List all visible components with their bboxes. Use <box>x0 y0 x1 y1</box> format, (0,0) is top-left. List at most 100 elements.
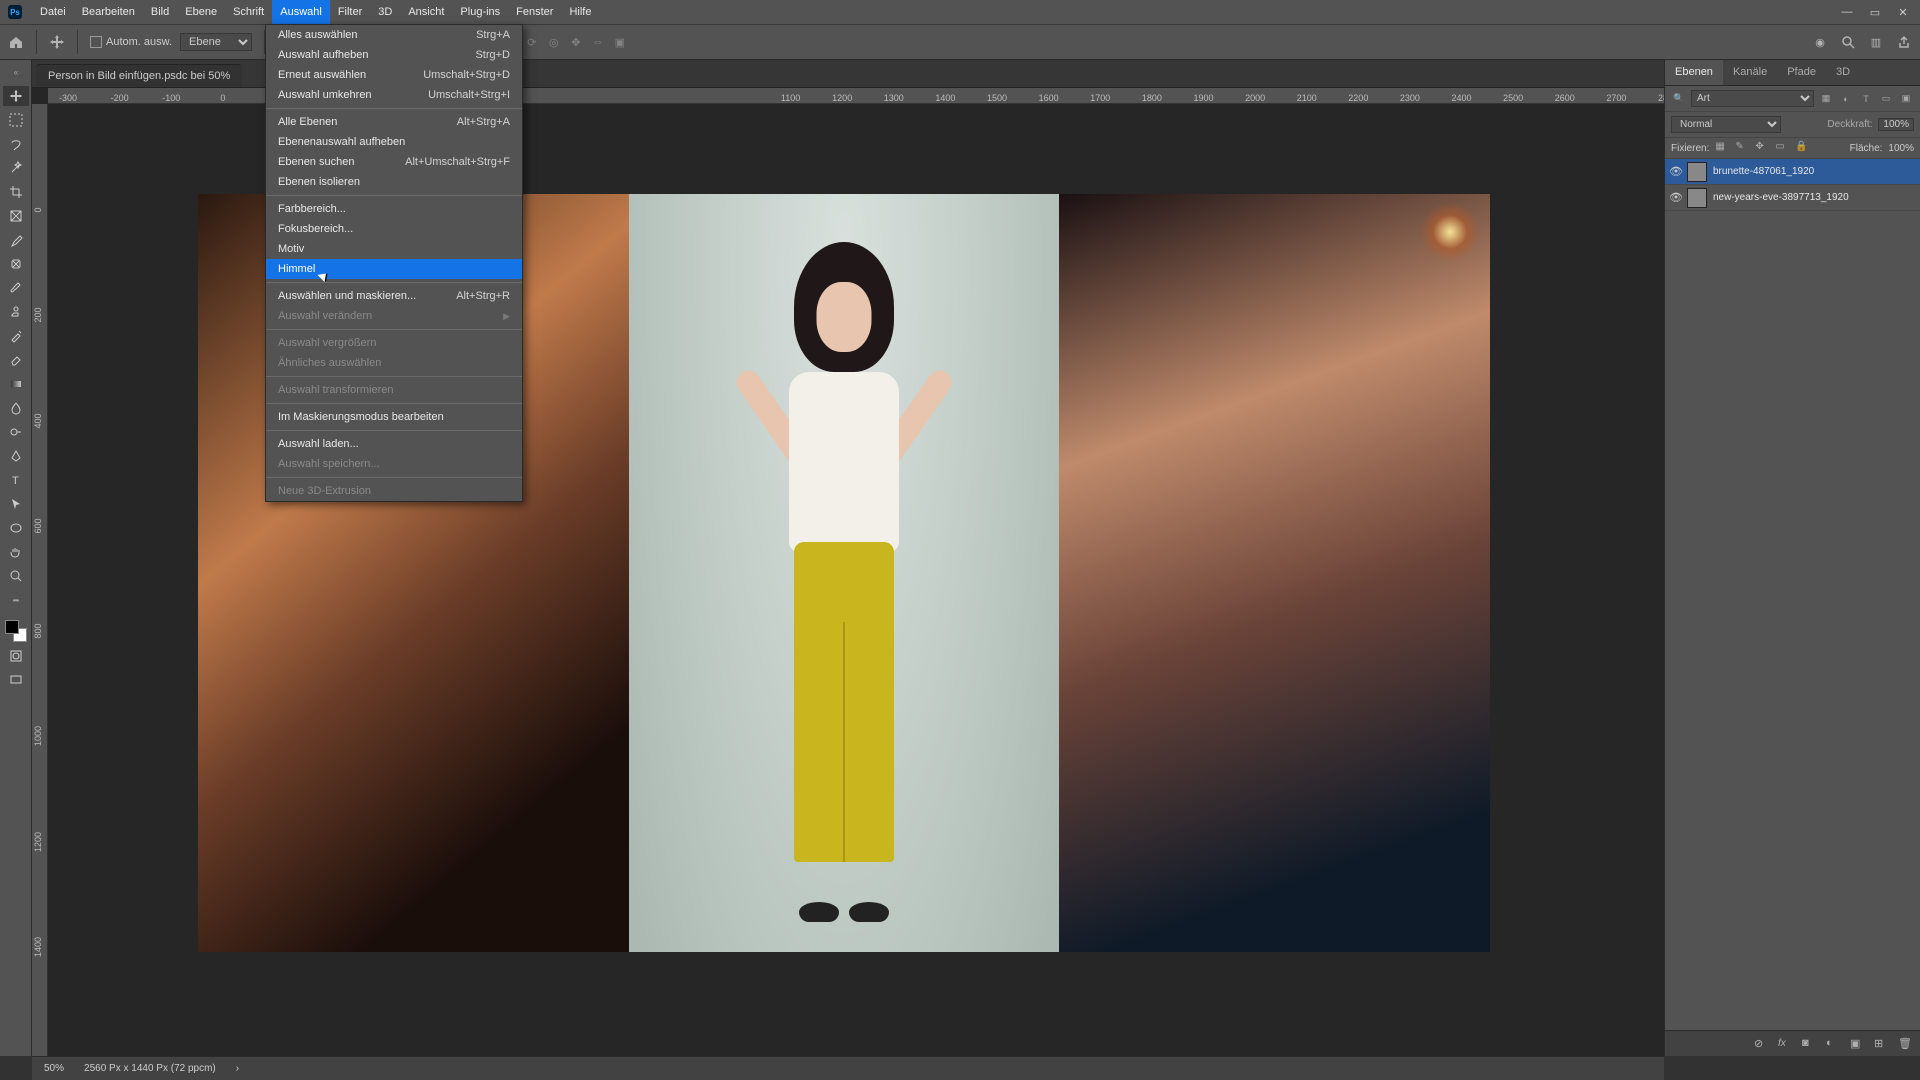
move-tool[interactable] <box>3 86 29 106</box>
layer-filter-kind[interactable]: Art <box>1691 90 1814 107</box>
menu-fenster[interactable]: Fenster <box>508 0 561 24</box>
path-select-tool[interactable] <box>3 494 29 514</box>
panel-tab-3d[interactable]: 3D <box>1826 60 1860 85</box>
new-layer-icon[interactable]: ⊞ <box>1874 1037 1888 1051</box>
lock-pixels-icon[interactable]: ✎ <box>1735 141 1749 155</box>
share-icon[interactable] <box>1896 34 1912 50</box>
color-swatches[interactable] <box>5 620 27 642</box>
trash-icon[interactable]: 🗑 <box>1898 1037 1912 1051</box>
layer-visibility-icon[interactable]: 👁 <box>1665 191 1687 204</box>
frame-tool[interactable] <box>3 206 29 226</box>
group-icon[interactable]: ▣ <box>1850 1037 1864 1051</box>
menuitem-auswahl-umkehren[interactable]: Auswahl umkehrenUmschalt+Strg+I <box>266 85 522 105</box>
collapse-icon[interactable]: « <box>3 62 29 82</box>
stamp-tool[interactable] <box>3 302 29 322</box>
lock-transparent-icon[interactable]: ▦ <box>1715 141 1729 155</box>
type-tool[interactable]: T <box>3 470 29 490</box>
zoom-tool[interactable] <box>3 566 29 586</box>
gradient-tool[interactable] <box>3 374 29 394</box>
autoselect-checkbox[interactable] <box>90 36 102 48</box>
menuitem-motiv[interactable]: Motiv <box>266 239 522 259</box>
opacity-value[interactable]: 100% <box>1878 118 1914 131</box>
wand-tool[interactable] <box>3 158 29 178</box>
link-layers-icon[interactable]: ⊘ <box>1754 1037 1768 1051</box>
brush-tool[interactable] <box>3 278 29 298</box>
menuitem-im-maskierungsmodus-bearbeiten[interactable]: Im Maskierungsmodus bearbeiten <box>266 407 522 427</box>
layer-name[interactable]: new-years-eve-3897713_1920 <box>1713 192 1849 203</box>
layer-row[interactable]: 👁 brunette-487061_1920 <box>1665 159 1920 185</box>
panel-tab-kanäle[interactable]: Kanäle <box>1723 60 1777 85</box>
window-close-icon[interactable]: ✕ <box>1896 5 1910 19</box>
window-minimize-icon[interactable]: ― <box>1840 5 1854 19</box>
history-brush-tool[interactable] <box>3 326 29 346</box>
status-arrow-icon[interactable]: › <box>236 1063 239 1074</box>
hand-tool[interactable] <box>3 542 29 562</box>
shape-tool[interactable] <box>3 518 29 538</box>
filter-shape-icon[interactable]: ▭ <box>1878 91 1894 107</box>
move-tool-icon[interactable] <box>49 34 65 50</box>
layer-name[interactable]: brunette-487061_1920 <box>1713 166 1814 177</box>
menu-schrift[interactable]: Schrift <box>225 0 272 24</box>
menu-bild[interactable]: Bild <box>143 0 177 24</box>
menuitem-fokusbereich-[interactable]: Fokusbereich... <box>266 219 522 239</box>
menuitem-auswahl-laden-[interactable]: Auswahl laden... <box>266 434 522 454</box>
lock-all-icon[interactable]: 🔒 <box>1795 141 1809 155</box>
search-icon[interactable]: 🔍 <box>1671 91 1687 107</box>
menu-hilfe[interactable]: Hilfe <box>561 0 599 24</box>
threed-orbit-icon[interactable]: ⟳ <box>524 34 540 50</box>
menuitem-erneut-ausw-hlen[interactable]: Erneut auswählenUmschalt+Strg+D <box>266 65 522 85</box>
filter-type-icon[interactable]: T <box>1858 91 1874 107</box>
heal-tool[interactable] <box>3 254 29 274</box>
menu-ebene[interactable]: Ebene <box>177 0 225 24</box>
fx-icon[interactable]: fx <box>1778 1037 1792 1051</box>
ruler-vertical[interactable]: 0200400600800100012001400 <box>32 104 48 1056</box>
home-icon[interactable] <box>8 34 24 50</box>
menuitem-farbbereich-[interactable]: Farbbereich... <box>266 199 522 219</box>
threed-roll-icon[interactable]: ◎ <box>546 34 562 50</box>
crop-tool[interactable] <box>3 182 29 202</box>
window-restore-icon[interactable]: ▭ <box>1868 5 1882 19</box>
threed-zoom-icon[interactable]: ▣ <box>612 34 628 50</box>
panel-tab-ebenen[interactable]: Ebenen <box>1665 60 1723 85</box>
search-icon[interactable] <box>1840 34 1856 50</box>
zoom-level[interactable]: 50% <box>44 1063 64 1074</box>
panel-tab-pfade[interactable]: Pfade <box>1777 60 1826 85</box>
filter-pixel-icon[interactable]: ▦ <box>1818 91 1834 107</box>
menuitem-ausw-hlen-und-maskieren-[interactable]: Auswählen und maskieren...Alt+Strg+R <box>266 286 522 306</box>
layer-thumbnail[interactable] <box>1687 162 1707 182</box>
blur-tool[interactable] <box>3 398 29 418</box>
menu-datei[interactable]: Datei <box>32 0 74 24</box>
filter-smart-icon[interactable]: ▣ <box>1898 91 1914 107</box>
lock-position-icon[interactable]: ✥ <box>1755 141 1769 155</box>
layer-visibility-icon[interactable]: 👁 <box>1665 165 1687 178</box>
menu-plug-ins[interactable]: Plug-ins <box>452 0 508 24</box>
menu-auswahl[interactable]: Auswahl <box>272 0 330 24</box>
menuitem-ebenen-suchen[interactable]: Ebenen suchenAlt+Umschalt+Strg+F <box>266 152 522 172</box>
menu-ansicht[interactable]: Ansicht <box>400 0 452 24</box>
document-tab[interactable]: Person in Bild einfügen.psdc bei 50% <box>36 64 242 87</box>
threed-pan-icon[interactable]: ✥ <box>568 34 584 50</box>
eyedropper-tool[interactable] <box>3 230 29 250</box>
layer-row[interactable]: 👁 new-years-eve-3897713_1920 <box>1665 185 1920 211</box>
quickmask-icon[interactable] <box>3 646 29 666</box>
dodge-tool[interactable] <box>3 422 29 442</box>
menuitem-auswahl-aufheben[interactable]: Auswahl aufhebenStrg+D <box>266 45 522 65</box>
menu-bearbeiten[interactable]: Bearbeiten <box>74 0 143 24</box>
pen-tool[interactable] <box>3 446 29 466</box>
lasso-tool[interactable] <box>3 134 29 154</box>
filter-adjust-icon[interactable]: ◐ <box>1838 91 1854 107</box>
more-tools-icon[interactable]: ••• <box>3 590 29 610</box>
mask-icon[interactable]: ◙ <box>1802 1037 1816 1051</box>
menuitem-himmel[interactable]: Himmel <box>266 259 522 279</box>
cloud-docs-icon[interactable]: ◉ <box>1812 34 1828 50</box>
adjustment-icon[interactable]: ◐ <box>1826 1037 1840 1051</box>
menuitem-ebenenauswahl-aufheben[interactable]: Ebenenauswahl aufheben <box>266 132 522 152</box>
blend-mode-select[interactable]: Normal <box>1671 116 1781 133</box>
screenmode-icon[interactable] <box>3 670 29 690</box>
menu-3d[interactable]: 3D <box>370 0 400 24</box>
threed-slide-icon[interactable]: ⇔ <box>590 34 606 50</box>
fill-value[interactable]: 100% <box>1888 143 1914 154</box>
menuitem-alles-ausw-hlen[interactable]: Alles auswählenStrg+A <box>266 25 522 45</box>
autoselect-dropdown[interactable]: Ebene <box>180 33 252 51</box>
workspace-icon[interactable]: ▥ <box>1868 34 1884 50</box>
